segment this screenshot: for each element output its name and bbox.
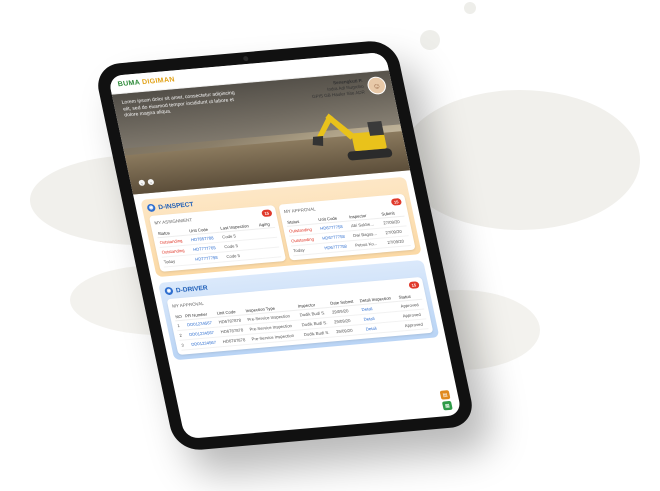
camera-icon <box>242 55 249 62</box>
inspect-title-text: D-INSPECT <box>157 200 195 211</box>
row-date: 29/09/20 <box>334 324 366 337</box>
approval-count-badge: 15 <box>390 198 403 206</box>
pdf-export-icon[interactable]: ▤ <box>439 390 451 400</box>
detail-link[interactable]: Detail <box>363 320 405 335</box>
excavator-cab <box>367 121 385 136</box>
approval-table: Status Unit Code Inspector Submit Outsta… <box>285 207 411 256</box>
row-inspector: Petrus Ko... <box>353 237 388 251</box>
row-unit: HD6787878 <box>220 334 252 347</box>
app-logo[interactable]: BUMA DIGIMAN <box>117 76 175 88</box>
stage: BUMA DIGIMAN Lorem ipsum dolor sit amet,… <box>0 0 660 491</box>
inspect-icon: ◉ <box>146 203 157 213</box>
bg-dot-1 <box>420 30 440 50</box>
row-status: Today <box>161 254 196 268</box>
row-aging <box>262 247 282 259</box>
logo-accent: DIGIMAN <box>139 75 176 86</box>
driver-approval-title: MY APPROVAL <box>171 300 205 309</box>
row-code: Code 5 <box>224 248 265 262</box>
driver-title-text: D-DRIVER <box>175 284 209 294</box>
row-unit[interactable]: HD7777798 <box>193 251 227 265</box>
avatar[interactable]: ☺ <box>365 75 388 96</box>
excavator-track <box>347 148 393 161</box>
approval-title: MY APPROVAL <box>283 206 317 215</box>
driver-approval-badge: 15 <box>407 281 420 289</box>
excavator-bucket <box>312 136 324 147</box>
row-status: Approved <box>402 318 429 331</box>
bg-dot-2 <box>464 2 476 14</box>
row-status: Today <box>291 243 325 256</box>
approval-card: MY APPROVAL 15 Status Unit Code Inspecto… <box>278 193 416 261</box>
excavator-image <box>312 113 393 161</box>
export-icons: ▤ ▦ <box>439 390 453 411</box>
inspect-section: ◉ D-INSPECT MY ASSIGNMENT 15 Status Unit… <box>140 176 422 278</box>
bg-blob-1 <box>400 90 640 230</box>
row-inspector: Dodik Budi S. <box>301 326 337 340</box>
excavator-arm <box>317 113 334 140</box>
assignment-card: MY ASSIGNMENT 15 Status Unit Code Last I… <box>148 205 287 272</box>
logo-main: BUMA <box>117 78 141 88</box>
assignment-count-badge: 15 <box>260 209 273 218</box>
driver-section: ◉ D-DRIVER MY APPROVAL 15 NO PR Number U… <box>158 259 440 361</box>
tablet-screen: BUMA DIGIMAN Lorem ipsum dolor sit amet,… <box>107 51 463 440</box>
assignment-title: MY ASSIGNMENT <box>153 217 193 226</box>
driver-icon: ◉ <box>164 286 174 296</box>
row-pr[interactable]: DD01234567 <box>189 336 223 350</box>
row-submit: 27/09/20 <box>385 235 411 248</box>
assignment-table: Status Unit Code Last Inspection Aging O… <box>155 219 282 268</box>
slider-next-button[interactable]: › <box>147 178 155 186</box>
excel-export-icon[interactable]: ▦ <box>441 400 453 411</box>
slider-prev-button[interactable]: ‹ <box>138 179 146 186</box>
row-unit[interactable]: HD6777758 <box>322 240 356 254</box>
